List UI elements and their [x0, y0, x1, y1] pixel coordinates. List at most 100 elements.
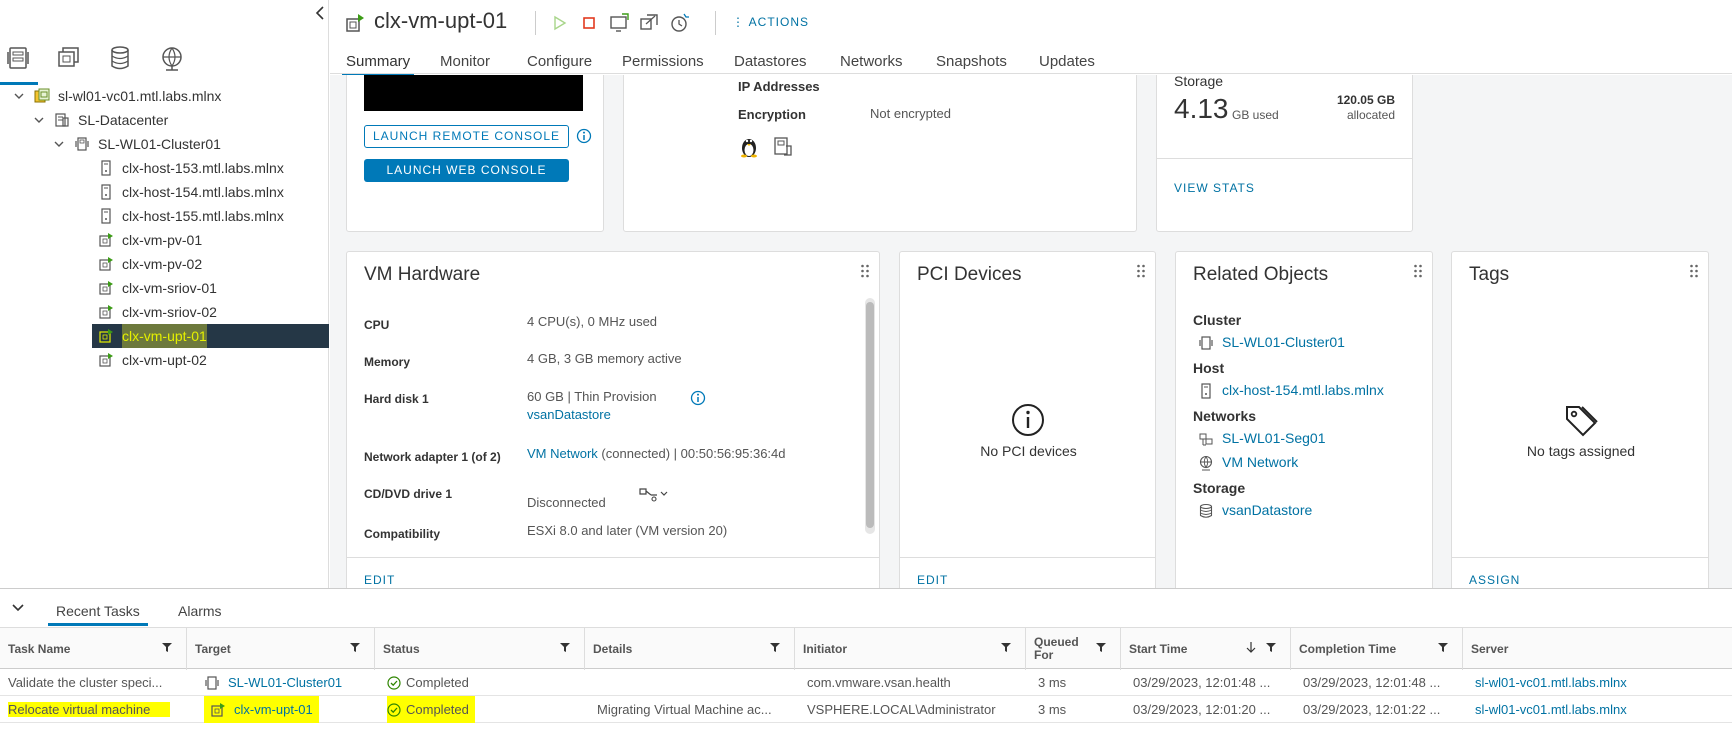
tree-node-vm[interactable]: clx-vm-pv-02 [98, 252, 202, 276]
launch-web-console-button[interactable]: LAUNCH WEB CONSOLE [364, 159, 569, 182]
table-row[interactable]: Relocate virtual machine clx-vm-upt-01 C… [0, 696, 1732, 723]
server-link[interactable]: sl-wl01-vc01.mtl.labs.mlnx [1467, 696, 1732, 723]
tree-node-vm[interactable]: clx-vm-sriov-01 [98, 276, 217, 300]
chevron-down-icon[interactable] [32, 113, 46, 127]
actions-menu-button[interactable]: ⋮ ACTIONS [732, 15, 809, 29]
hard-disk-datastore-link[interactable]: vsanDatastore [527, 407, 611, 422]
drag-handle-icon[interactable] [1136, 264, 1146, 278]
network-adapter-value: VM Network (connected) | 00:50:56:95:36:… [527, 446, 786, 461]
migrate-icon[interactable] [638, 12, 660, 34]
table-row[interactable]: Validate the cluster speci... SL-WL01-Cl… [0, 669, 1732, 696]
drag-handle-icon[interactable] [860, 264, 870, 278]
datastore-link[interactable]: vsanDatastore [1222, 502, 1312, 518]
tree-node-cluster[interactable]: SL-WL01-Cluster01 [52, 132, 221, 156]
hosts-clusters-view-icon[interactable] [0, 44, 38, 85]
status-text: Completed [406, 675, 469, 690]
tab-permissions[interactable]: Permissions [622, 53, 704, 70]
info-icon[interactable] [690, 390, 706, 406]
network-link[interactable]: VM Network [1222, 454, 1298, 470]
assign-tag-link[interactable]: ASSIGN [1469, 573, 1520, 587]
tab-configure[interactable]: Configure [527, 53, 592, 70]
tree-node-host[interactable]: clx-host-153.mtl.labs.mlnx [98, 156, 284, 180]
card-title: PCI Devices [917, 264, 1022, 285]
card-divider [1157, 158, 1412, 159]
power-on-icon[interactable] [548, 12, 570, 34]
connect-plug-icon[interactable] [637, 485, 669, 503]
target-link[interactable]: clx-vm-upt-01 [234, 696, 313, 723]
filter-icon[interactable] [1096, 642, 1106, 652]
console-thumbnail[interactable] [364, 75, 583, 111]
launch-console-icon[interactable] [608, 12, 630, 34]
vcenter-icon [34, 88, 50, 103]
server-link[interactable]: sl-wl01-vc01.mtl.labs.mlnx [1467, 669, 1732, 696]
view-stats-link[interactable]: VIEW STATS [1174, 181, 1255, 195]
tab-datastores[interactable]: Datastores [734, 53, 807, 70]
info-icon[interactable] [576, 128, 592, 144]
drag-handle-icon[interactable] [1413, 264, 1423, 278]
tab-recent-tasks[interactable]: Recent Tasks [48, 603, 148, 626]
target-link[interactable]: SL-WL01-Cluster01 [228, 669, 342, 696]
column-label: Details [593, 642, 633, 656]
chevron-down-icon[interactable] [12, 89, 26, 103]
vm-network-link[interactable]: VM Network [527, 446, 598, 461]
column-header-status[interactable]: Status [375, 628, 585, 670]
collapse-navigator-icon[interactable] [312, 2, 328, 24]
filter-icon[interactable] [350, 642, 360, 652]
sort-descending-icon[interactable] [1246, 641, 1256, 653]
chevron-down-icon[interactable] [10, 601, 26, 615]
column-header-task-name[interactable]: Task Name [0, 628, 187, 670]
networking-view-icon[interactable] [158, 44, 186, 72]
column-header-start-time[interactable]: Start Time [1121, 628, 1291, 670]
vms-templates-view-icon[interactable] [54, 44, 82, 72]
tree-node-vm[interactable]: clx-vm-sriov-02 [98, 300, 217, 324]
tab-alarms[interactable]: Alarms [178, 603, 222, 619]
filter-icon[interactable] [162, 642, 172, 652]
drag-handle-icon[interactable] [1689, 264, 1699, 278]
tab-summary[interactable]: Summary [341, 53, 415, 77]
tree-node-host[interactable]: clx-host-154.mtl.labs.mlnx [98, 180, 284, 204]
cluster-link[interactable]: SL-WL01-Cluster01 [1222, 334, 1345, 350]
tree-node-host[interactable]: clx-host-155.mtl.labs.mlnx [98, 204, 284, 228]
filter-icon[interactable] [1438, 642, 1448, 652]
column-header-target[interactable]: Target [187, 628, 375, 670]
status-cell: Completed [379, 669, 585, 696]
edit-hardware-link[interactable]: EDIT [364, 573, 395, 587]
column-header-queued-for[interactable]: Queued For [1026, 628, 1121, 670]
network-link[interactable]: SL-WL01-Seg01 [1222, 430, 1326, 446]
tab-snapshots[interactable]: Snapshots [936, 53, 1007, 70]
host-icon [101, 184, 111, 200]
column-header-details[interactable]: Details [585, 628, 795, 670]
filter-icon[interactable] [1001, 642, 1011, 652]
card-scrollbar[interactable] [865, 298, 875, 534]
launch-remote-console-button[interactable]: LAUNCH REMOTE CONSOLE [364, 125, 569, 148]
task-name-cell: Relocate virtual machine [0, 696, 187, 723]
filter-icon[interactable] [560, 642, 570, 652]
host-link[interactable]: clx-host-154.mtl.labs.mlnx [1222, 382, 1384, 398]
tree-node-vcenter[interactable]: sl-wl01-vc01.mtl.labs.mlnx [12, 84, 221, 108]
tree-node-vm-selected[interactable]: clx-vm-upt-01 [92, 324, 329, 348]
network-adapter-status: (connected) | 00:50:56:95:36:4d [601, 446, 786, 461]
vmware-tools-icon [774, 137, 792, 156]
tree-node-datacenter[interactable]: SL-Datacenter [32, 108, 168, 132]
scrollbar-thumb[interactable] [866, 302, 874, 528]
storage-allocated-label: allocated [1346, 108, 1395, 122]
power-off-icon[interactable] [578, 12, 600, 34]
column-header-initiator[interactable]: Initiator [795, 628, 1026, 670]
tab-networks[interactable]: Networks [840, 53, 903, 70]
completion-time-cell: 03/29/2023, 12:01:48 ... [1303, 675, 1441, 690]
tree-node-vm[interactable]: clx-vm-pv-01 [98, 228, 202, 252]
column-header-server[interactable]: Server [1463, 628, 1732, 670]
filter-icon[interactable] [770, 642, 780, 652]
tab-updates[interactable]: Updates [1039, 53, 1095, 70]
tab-monitor[interactable]: Monitor [440, 53, 490, 70]
storage-view-icon[interactable] [106, 44, 134, 72]
tree-node-vm[interactable]: clx-vm-upt-02 [98, 348, 207, 372]
cluster-icon [1199, 336, 1213, 350]
card-divider [900, 557, 1155, 558]
filter-icon[interactable] [1266, 642, 1276, 652]
summary-content[interactable]: LAUNCH REMOTE CONSOLE LAUNCH WEB CONSOLE… [330, 75, 1732, 588]
snapshot-icon[interactable] [668, 12, 690, 34]
column-header-completion-time[interactable]: Completion Time [1291, 628, 1463, 670]
edit-pci-link[interactable]: EDIT [917, 573, 948, 587]
chevron-down-icon[interactable] [52, 137, 66, 151]
